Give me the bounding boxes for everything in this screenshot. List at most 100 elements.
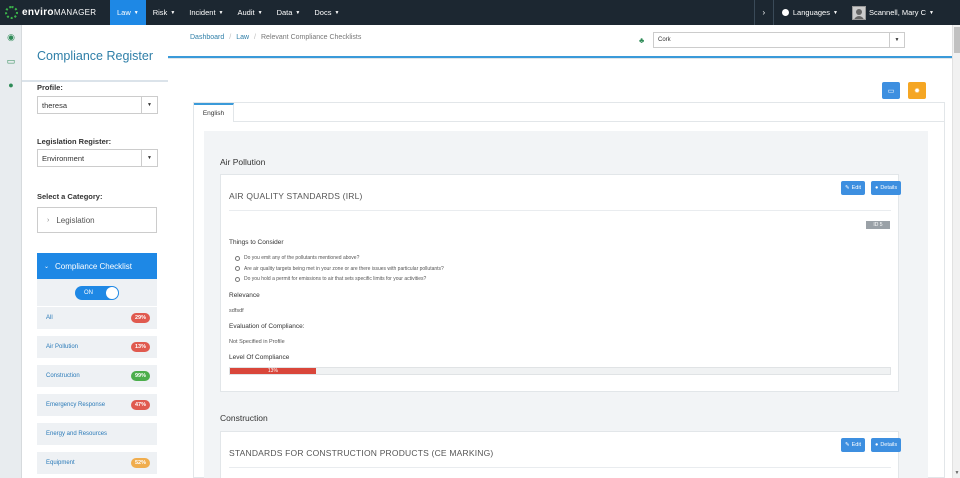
caret-down-icon: ▼ (257, 9, 263, 16)
compliance-progress-bar: 13% (229, 367, 891, 375)
menu-data[interactable]: Data ▼ (270, 0, 308, 25)
caret-down-icon: ▼ (141, 97, 157, 113)
main-menu: Law ▼ Risk ▼ Incident ▼ Audit ▼ Data ▼ Docs ▼ (110, 0, 346, 25)
divider (229, 210, 891, 211)
menu-risk[interactable]: Risk ▼ (146, 0, 183, 25)
avatar (851, 5, 866, 20)
list-item: Do you emit any of the pollutants mentio… (235, 253, 444, 264)
profile-select[interactable]: theresa ▼ (37, 96, 158, 114)
top-navbar: enviroMANAGER Law ▼ Risk ▼ Incident ▼ Audit… (0, 0, 960, 25)
section-title-construction: Construction (220, 413, 268, 423)
comments-icon: ● (875, 442, 879, 448)
checklist-item-energy-and-resources[interactable]: Energy and Resources (37, 423, 157, 445)
checklist-card-air-quality: AIR QUALITY STANDARDS (IRL) ✎ Edit ● Detai… (220, 174, 902, 392)
breadcrumb-law[interactable]: Law (236, 34, 249, 41)
site-select[interactable]: Cork ▼ (653, 32, 905, 48)
sitemap-icon: ♣ (639, 36, 645, 45)
divider (22, 80, 168, 82)
gear-icon: ✹ (914, 87, 920, 95)
tab-english[interactable]: English (194, 103, 234, 122)
card-title: AIR QUALITY STANDARDS (IRL) (229, 191, 363, 201)
relevance-label: Relevance (229, 292, 260, 299)
scroll-down-icon[interactable]: ▼ (953, 470, 960, 476)
checklist-item-all[interactable]: All 29% (37, 307, 157, 329)
things-to-consider-label: Things to Consider (229, 239, 284, 246)
comments-icon: ● (875, 185, 879, 191)
caret-down-icon: ▼ (141, 150, 157, 166)
user-menu[interactable]: Scannell, Mary C ▼ (851, 5, 934, 20)
legislation-register-label: Legislation Register: (37, 137, 112, 146)
monitor-icon[interactable]: ▭ (0, 49, 22, 73)
section-title-air-pollution: Air Pollution (220, 157, 266, 167)
evaluation-label: Evaluation of Compliance: (229, 323, 305, 330)
details-button[interactable]: ● Details (871, 438, 902, 452)
breadcrumb: Dashboard / Law / Relevant Compliance Ch… (190, 34, 362, 41)
chevron-down-icon: ⌄ (44, 263, 50, 270)
edit-button[interactable]: ✎ Edit (841, 181, 866, 195)
breadcrumb-current: Relevant Compliance Checklists (261, 34, 362, 41)
status-badge: 47% (130, 400, 150, 410)
settings-button[interactable]: ✹ (908, 82, 926, 99)
consider-list: Do you emit any of the pollutants mentio… (235, 253, 444, 285)
info-icon[interactable]: ● (0, 73, 22, 97)
brand-name-rest: MANAGER (53, 8, 97, 17)
category-label: Select a Category: (37, 192, 103, 201)
languages-menu[interactable]: Languages ▼ (781, 8, 838, 17)
brand-logo[interactable]: enviroMANAGER (0, 0, 110, 25)
caret-down-icon: ▼ (889, 33, 904, 47)
level-of-compliance-label: Level Of Compliance (229, 354, 290, 361)
logo-icon (5, 6, 18, 19)
icon-rail: ◉ ▭ ● (0, 25, 22, 478)
sidebar-title: Compliance Register (37, 49, 154, 63)
brand-name-bold: enviro (22, 7, 54, 18)
caret-down-icon: ▼ (218, 9, 224, 16)
toggle-knob (106, 286, 118, 299)
folder-button[interactable]: ▭ (882, 82, 900, 99)
checklist-toggle[interactable]: ON (75, 285, 119, 300)
checklist-item-equipment[interactable]: Equipment 52% (37, 452, 157, 474)
scroll-thumb[interactable] (954, 27, 960, 53)
details-button[interactable]: ● Details (871, 181, 902, 195)
checklist-item-air-pollution[interactable]: Air Pollution 13% (37, 336, 157, 358)
checklist-card-construction: STANDARDS FOR CONSTRUCTION PRODUCTS (CE … (220, 431, 902, 478)
page-scrollbar[interactable]: ▼ (952, 25, 960, 478)
list-item: Do you hold a permit for emissions to ai… (235, 274, 444, 285)
menu-audit[interactable]: Audit ▼ (231, 0, 270, 25)
menu-incident[interactable]: Incident ▼ (182, 0, 230, 25)
menu-docs[interactable]: Docs ▼ (307, 0, 346, 25)
legislation-register-value: Environment (42, 153, 85, 163)
sidebar: Compliance Register Profile: theresa ▼ L… (22, 25, 168, 478)
chevron-right-icon: › (47, 216, 50, 224)
caret-down-icon: ▼ (929, 9, 934, 16)
dashboard-icon[interactable]: ◉ (0, 25, 22, 49)
legislation-register-select[interactable]: Environment ▼ (37, 149, 158, 167)
relevance-value: sdfsdf (229, 308, 244, 314)
status-badge: 29% (130, 313, 150, 323)
caret-down-icon: ▼ (170, 9, 176, 16)
profile-value: theresa (42, 100, 68, 110)
folder-open-icon: ▭ (887, 87, 895, 95)
card-title: STANDARDS FOR CONSTRUCTION PRODUCTS (CE … (229, 448, 494, 458)
caret-down-icon: ▼ (295, 9, 301, 16)
edit-icon: ✎ (845, 185, 850, 191)
caret-down-icon: ▼ (334, 9, 340, 16)
category-legislation[interactable]: › Legislation (37, 207, 157, 233)
site-select-value: Cork (658, 37, 671, 43)
breadcrumb-dashboard[interactable]: Dashboard (190, 34, 224, 41)
status-badge: 99% (130, 371, 150, 381)
menu-law[interactable]: Law ▼ (110, 0, 146, 25)
checklist-item-construction[interactable]: Construction 99% (37, 365, 157, 387)
edit-button[interactable]: ✎ Edit (841, 438, 866, 452)
id-badge: ID 5 (866, 221, 890, 229)
divider (229, 467, 891, 468)
nav-expand-button[interactable]: › (753, 0, 774, 25)
profile-label: Profile: (37, 83, 63, 92)
category-compliance-checklist[interactable]: ⌄ Compliance Checklist (37, 253, 157, 279)
status-badge: 52% (130, 458, 150, 468)
evaluation-value: Not Specified in Profile (229, 339, 285, 345)
checklist-item-emergency-response[interactable]: Emergency Response 47% (37, 394, 157, 416)
list-item: Are air quality targets being met in you… (235, 264, 444, 275)
progress-fill: 13% (230, 368, 316, 374)
globe-icon (781, 9, 789, 16)
edit-icon: ✎ (845, 442, 850, 448)
